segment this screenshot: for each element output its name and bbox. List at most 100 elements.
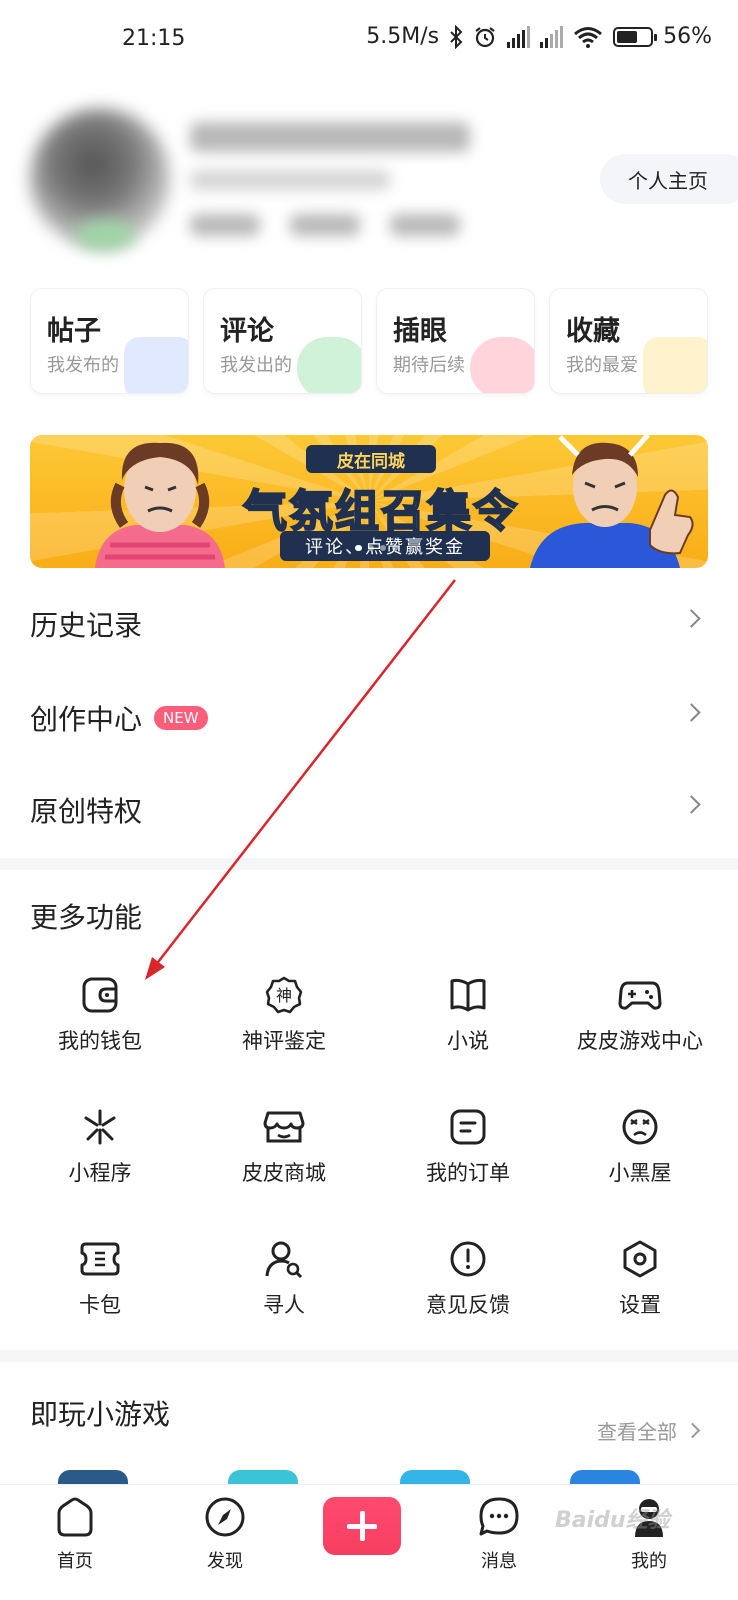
- post-plus-button[interactable]: [323, 1497, 401, 1555]
- feature-blacklist[interactable]: 小黑屋: [548, 1107, 732, 1207]
- eye-icon: [470, 337, 534, 393]
- view-all-link[interactable]: 查看全部: [597, 1416, 701, 1445]
- feature-label: 小说: [447, 1029, 489, 1053]
- order-icon: [450, 1109, 486, 1145]
- card-title: 收藏: [566, 316, 620, 347]
- banner-pagination: [355, 545, 398, 551]
- promo-banner[interactable]: 皮在同城 气氛组召集令 评论、点赞赢奖金: [30, 435, 708, 568]
- feature-my-orders[interactable]: 我的订单: [376, 1107, 560, 1207]
- feature-mini-program[interactable]: 小程序: [8, 1107, 192, 1207]
- wallet-icon: [82, 977, 118, 1013]
- baidu-watermark: Baidu经验: [555, 1508, 670, 1533]
- feature-game-center[interactable]: 皮皮游戏中心: [548, 975, 732, 1075]
- chevron-right-icon: [684, 1422, 701, 1439]
- feature-wallet[interactable]: 我的钱包: [8, 975, 192, 1075]
- user-info-blurred: [190, 170, 390, 190]
- signal-sim1-icon: [507, 25, 531, 48]
- section-divider: [0, 1350, 738, 1362]
- feature-settings[interactable]: 设置: [548, 1239, 732, 1339]
- card-subtitle: 我的最爱: [566, 355, 638, 376]
- card-title: 插眼: [393, 316, 447, 347]
- menu-original-privileges[interactable]: 原创特权: [30, 780, 708, 840]
- card-subtitle: 我发出的: [220, 355, 292, 376]
- feature-label: 皮皮商城: [242, 1161, 326, 1185]
- more-features-title: 更多功能: [30, 901, 143, 934]
- card-posts[interactable]: 帖子 我发布的: [30, 288, 189, 394]
- feature-god-comment[interactable]: 神 神评鉴定: [192, 975, 376, 1075]
- network-speed: 5.5M/s: [366, 24, 440, 49]
- signal-sim2-icon: [540, 25, 564, 48]
- nav-home[interactable]: 首页: [20, 1495, 130, 1573]
- message-icon: [479, 1497, 519, 1536]
- feature-novel[interactable]: 小说: [376, 975, 560, 1075]
- feature-feedback[interactable]: 意见反馈: [376, 1239, 560, 1339]
- card-title: 评论: [220, 316, 274, 347]
- game-thumb[interactable]: [570, 1470, 640, 1484]
- dizzy-face-icon: [622, 1109, 658, 1145]
- book-icon: [450, 978, 486, 1012]
- battery-percent: 56%: [663, 24, 712, 49]
- menu-label: 创作中心: [30, 703, 143, 736]
- posts-icon: [124, 337, 188, 393]
- feature-label: 皮皮游戏中心: [577, 1029, 703, 1053]
- view-all-label: 查看全部: [597, 1420, 677, 1444]
- feature-label: 小程序: [68, 1161, 132, 1185]
- settings-hexagon-icon: [623, 1240, 657, 1278]
- feature-shop[interactable]: 皮皮商城: [192, 1107, 376, 1207]
- status-time: 21:15: [122, 26, 186, 51]
- nav-discover[interactable]: 发现: [170, 1495, 280, 1573]
- menu-creator-center[interactable]: 创作中心 NEW: [30, 688, 708, 748]
- feature-label: 我的订单: [426, 1161, 510, 1185]
- feature-card-pack[interactable]: 卡包: [8, 1239, 192, 1339]
- nav-messages[interactable]: 消息: [444, 1495, 554, 1573]
- nav-label: 我的: [631, 1551, 667, 1572]
- card-pack-icon: [80, 1242, 120, 1276]
- mini-program-icon: [84, 1109, 116, 1145]
- quick-cards: 帖子 我发布的 评论 我发出的 插眼 期待后续 收藏 我的最爱: [30, 288, 708, 394]
- bluetooth-icon: [450, 24, 463, 49]
- game-thumb[interactable]: [228, 1470, 298, 1484]
- feature-label: 我的钱包: [58, 1029, 142, 1053]
- card-favorites[interactable]: 收藏 我的最爱: [549, 288, 708, 394]
- card-subtitle: 期待后续: [393, 355, 465, 376]
- feature-label: 寻人: [263, 1293, 305, 1317]
- game-thumb[interactable]: [58, 1470, 128, 1484]
- nav-label: 首页: [57, 1551, 93, 1572]
- mini-game-thumbnails: [0, 1470, 738, 1484]
- wifi-icon: [574, 26, 603, 48]
- username-blurred: [190, 122, 470, 152]
- banner-headline: 气氛组召集令: [242, 485, 519, 538]
- feature-label: 设置: [619, 1293, 661, 1317]
- banner-tag: 皮在同城: [306, 445, 436, 473]
- new-badge: NEW: [154, 706, 208, 730]
- card-subtitle: 我发布的: [47, 355, 119, 376]
- stat-1-blurred: [190, 214, 260, 236]
- shop-icon: [263, 1111, 305, 1143]
- card-bookmark-eye[interactable]: 插眼 期待后续: [376, 288, 535, 394]
- compass-icon: [205, 1497, 245, 1537]
- section-divider: [0, 858, 738, 870]
- home-icon: [57, 1497, 93, 1537]
- feature-label: 小黑屋: [608, 1161, 672, 1185]
- feature-find-person[interactable]: 寻人: [192, 1239, 376, 1339]
- menu-history[interactable]: 历史记录: [30, 594, 708, 654]
- gamepad-icon: [618, 981, 662, 1010]
- menu-label: 原创特权: [30, 795, 143, 828]
- find-person-icon: [265, 1241, 303, 1279]
- feature-label: 神评鉴定: [242, 1029, 326, 1053]
- game-thumb[interactable]: [400, 1470, 470, 1484]
- menu-label: 历史记录: [30, 609, 143, 642]
- chevron-right-icon: [682, 609, 701, 628]
- feature-label: 意见反馈: [426, 1293, 510, 1317]
- comments-icon: [297, 337, 361, 393]
- homepage-button[interactable]: 个人主页: [600, 154, 738, 204]
- chevron-right-icon: [682, 795, 701, 814]
- feedback-icon: [450, 1241, 486, 1277]
- cartoon-man-right: [530, 435, 694, 568]
- card-comments[interactable]: 评论 我发出的: [203, 288, 362, 394]
- nav-label: 发现: [207, 1551, 243, 1572]
- god-comment-badge-icon: 神: [265, 976, 303, 1014]
- mini-games-title: 即玩小游戏: [30, 1398, 171, 1431]
- nav-label: 消息: [481, 1551, 517, 1572]
- stat-3-blurred: [390, 214, 460, 236]
